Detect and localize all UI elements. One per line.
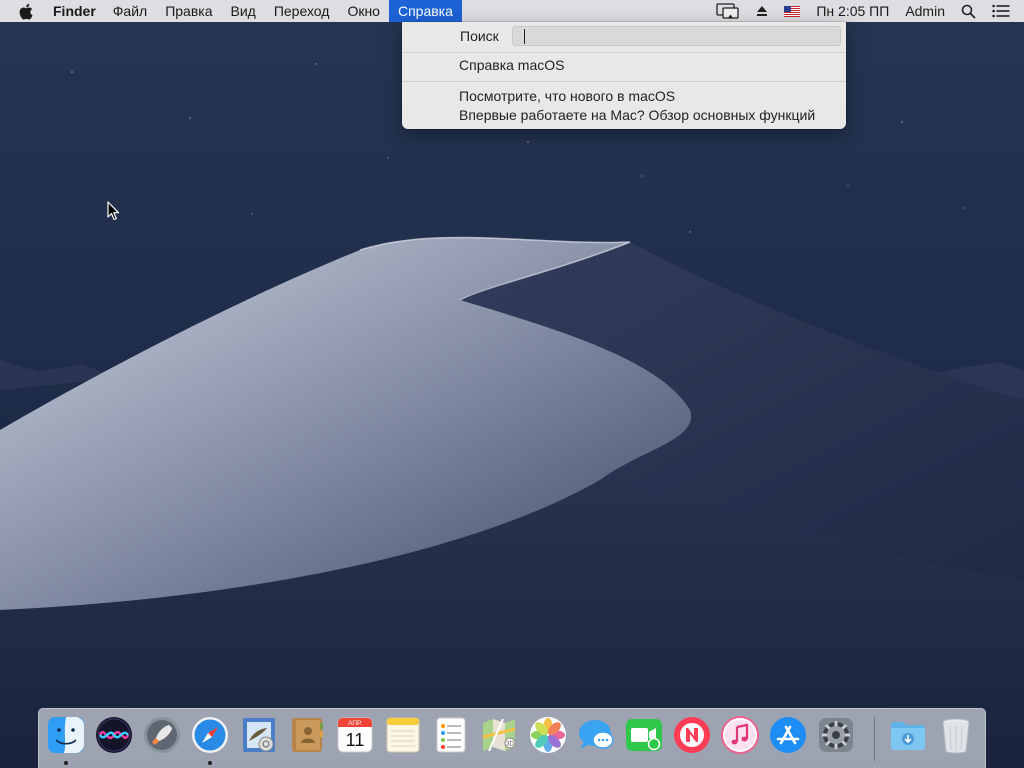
dock: АПР. 11 3D	[38, 708, 986, 768]
dock-safari[interactable]	[190, 715, 230, 755]
menu-bar-clock[interactable]: Пн 2:05 ПП	[808, 0, 897, 22]
dock-finder[interactable]	[46, 715, 86, 755]
launchpad-icon	[144, 717, 180, 753]
dock-siri[interactable]	[94, 715, 134, 755]
airplay-display-icon	[716, 3, 740, 19]
calendar-icon: АПР. 11	[337, 717, 373, 753]
dock-trash[interactable]	[936, 715, 976, 755]
dock-reminders[interactable]	[431, 715, 471, 755]
itunes-icon	[721, 716, 759, 754]
dock-calendar[interactable]: АПР. 11	[335, 715, 375, 755]
apple-logo-icon	[19, 3, 33, 20]
eject-icon	[757, 6, 768, 16]
menu-bar-status-area: Пн 2:05 ПП Admin	[708, 0, 1024, 22]
notification-center-icon	[992, 4, 1010, 18]
facetime-icon	[626, 719, 662, 751]
dock-system-preferences[interactable]	[816, 715, 856, 755]
calendar-day: 11	[346, 730, 365, 750]
menu-bar-left: Finder Файл Правка Вид Переход Окно Спра…	[0, 0, 462, 22]
finder-icon	[48, 717, 84, 753]
us-flag-icon	[784, 5, 801, 17]
help-search-label: Поиск	[460, 28, 499, 44]
dock-maps[interactable]: 3D	[479, 715, 519, 755]
dock-contacts[interactable]	[287, 715, 327, 755]
messages-icon	[579, 720, 614, 749]
menu-window[interactable]: Окно	[338, 0, 389, 22]
safari-icon	[192, 717, 228, 753]
svg-text:3D: 3D	[506, 742, 514, 748]
reminders-icon	[436, 717, 466, 753]
dock-launchpad[interactable]	[142, 715, 182, 755]
mouse-pointer	[107, 201, 121, 226]
trash-icon	[942, 718, 970, 754]
contacts-icon	[292, 718, 323, 752]
help-menu-separator	[402, 52, 846, 53]
menu-bar: Finder Файл Правка Вид Переход Окно Спра…	[0, 0, 1024, 22]
help-search-row: Поиск	[402, 22, 846, 52]
help-search-input[interactable]	[512, 26, 841, 46]
mail-icon	[243, 718, 275, 752]
calendar-month: АПР.	[348, 720, 362, 727]
app-store-icon	[770, 717, 806, 753]
airplay-display-menu[interactable]	[708, 0, 748, 22]
dock-messages[interactable]	[576, 715, 616, 755]
dock-downloads-stack[interactable]	[888, 715, 928, 755]
photos-icon	[530, 717, 566, 753]
text-caret	[524, 29, 525, 44]
downloads-folder-icon	[891, 722, 925, 750]
menu-edit[interactable]: Правка	[156, 0, 221, 22]
running-indicator-safari	[208, 761, 212, 765]
input-source-menu[interactable]	[776, 0, 808, 22]
dock-facetime[interactable]	[624, 715, 664, 755]
dock-separator	[874, 717, 875, 761]
menu-app-name[interactable]: Finder	[45, 0, 104, 22]
running-indicator-finder	[64, 761, 68, 765]
spotlight-search-icon	[961, 4, 976, 18]
menu-file[interactable]: Файл	[104, 0, 156, 22]
spotlight-menu[interactable]	[953, 0, 984, 22]
notes-icon	[386, 717, 420, 753]
dock-news[interactable]	[672, 715, 712, 755]
apple-menu[interactable]	[0, 0, 45, 22]
menu-help[interactable]: Справка	[388, 0, 462, 22]
menu-go[interactable]: Переход	[265, 0, 339, 22]
system-preferences-icon	[819, 718, 853, 752]
dock-itunes[interactable]	[720, 715, 760, 755]
menu-view[interactable]: Вид	[222, 0, 265, 22]
news-icon	[674, 717, 710, 753]
menu-bar-user[interactable]: Admin	[897, 0, 953, 22]
notification-center-menu[interactable]	[984, 0, 1024, 22]
help-item-macos-help[interactable]: Справка macOS	[459, 57, 565, 73]
siri-icon	[96, 717, 132, 753]
help-item-new-to-mac[interactable]: Впервые работаете на Mac? Обзор основных…	[459, 107, 815, 123]
help-menu-dropdown: Поиск Справка macOS Посмотрите, что ново…	[402, 22, 846, 129]
dock-notes[interactable]	[383, 715, 423, 755]
dock-mail[interactable]	[239, 715, 279, 755]
help-menu-separator	[402, 81, 846, 82]
eject-menu[interactable]	[748, 0, 776, 22]
maps-icon: 3D	[482, 718, 516, 752]
help-item-whats-new[interactable]: Посмотрите, что нового в macOS	[459, 88, 675, 104]
arrow-cursor-icon	[107, 201, 120, 221]
dock-photos[interactable]	[528, 715, 568, 755]
dock-app-store[interactable]	[768, 715, 808, 755]
